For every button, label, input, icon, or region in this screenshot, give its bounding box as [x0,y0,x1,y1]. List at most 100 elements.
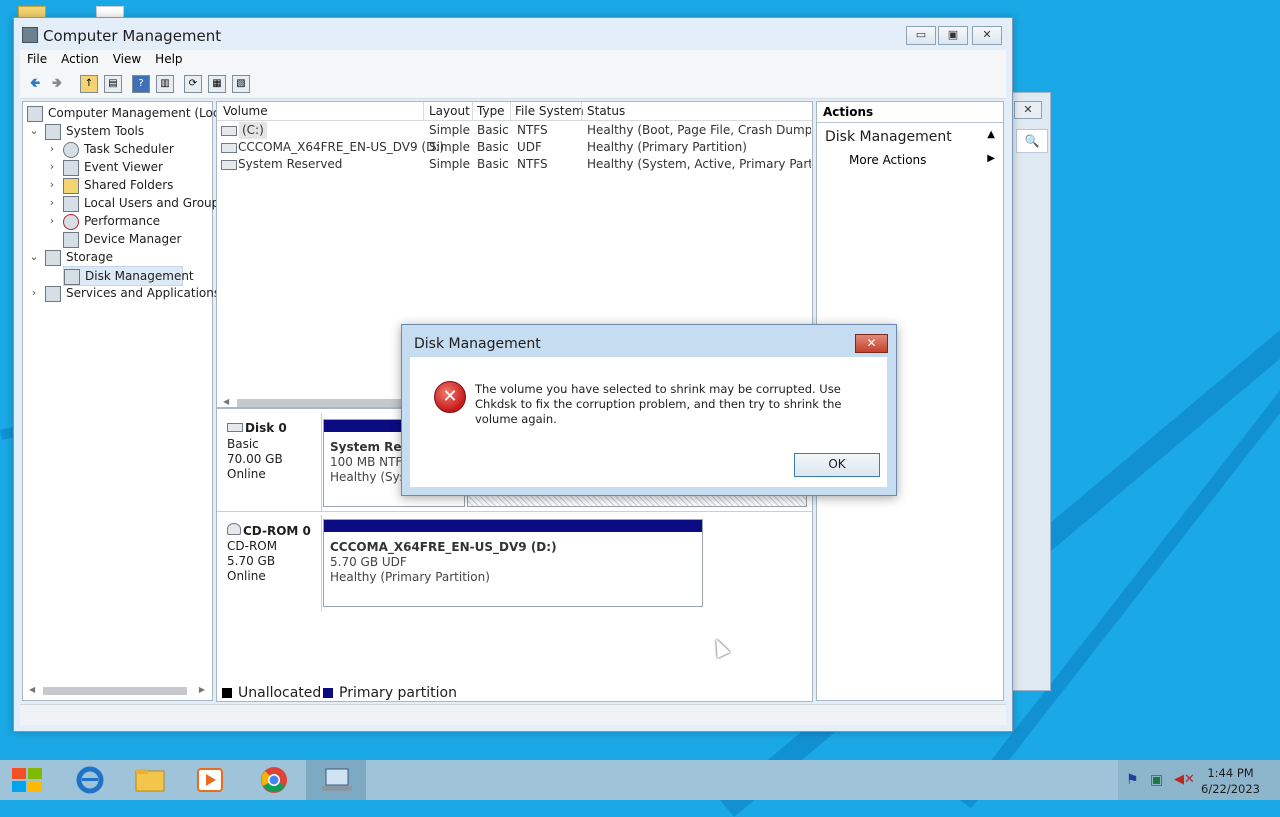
ok-button[interactable]: OK [794,453,880,477]
collapse-icon[interactable]: ▲ [987,129,995,140]
taskbar: ⚑ ▣ ◀✕ 1:44 PM 6/22/2023 [0,760,1280,800]
chevron-right-icon[interactable]: › [47,176,57,194]
navigation-tree: Computer Management (Local ⌄ System Tool… [22,101,230,701]
minimize-button[interactable]: ▭ [906,26,936,45]
column-file-system[interactable]: File System [515,104,584,118]
forward-icon[interactable]: 🢂 [48,75,66,93]
dialog-close-button[interactable]: ✕ [855,334,888,353]
close-icon[interactable]: ✕ [1014,101,1042,119]
chevron-right-icon[interactable]: › [47,158,57,176]
scroll-left-icon[interactable]: ◀ [223,397,229,406]
system-tray: ⚑ ▣ ◀✕ 1:44 PM 6/22/2023 [1118,760,1280,800]
title-bar[interactable]: Computer Management ▭ ▣ ✕ [14,18,1012,50]
partition-bar [324,520,702,532]
volume-horizontal-scrollbar[interactable]: ◀ [221,397,421,408]
partition-cdrom[interactable]: CCCOMA_X64FRE_EN-US_DV9 (D:) 5.70 GB UDF… [323,519,703,607]
partition-c-drive-selected[interactable] [467,495,807,507]
clock[interactable]: 1:44 PM 6/22/2023 [1201,765,1260,797]
menu-action[interactable]: Action [54,50,106,68]
event-viewer-icon [63,160,79,176]
up-folder-icon[interactable]: ↑ [80,75,98,93]
cdrom-0-info[interactable]: CD-ROM 0 CD-ROM 5.70 GB Online [217,515,322,611]
device-manager-icon [63,232,79,248]
chevron-right-icon[interactable]: › [47,194,57,212]
menu-view[interactable]: View [106,50,148,68]
media-player-icon [197,768,223,792]
menu-bar: File Action View Help [20,50,1006,70]
volume-type: Basic [477,157,509,171]
show-hide-action-pane-icon[interactable]: ▥ [156,75,174,93]
column-type[interactable]: Type [477,104,505,118]
action-center-flag-icon[interactable]: ⚑ [1126,772,1139,788]
chevron-right-icon: ▶ [987,153,995,164]
volume-layout: Simple [429,123,470,137]
column-status[interactable]: Status [587,104,625,118]
scrollbar-thumb[interactable] [237,399,417,407]
taskbar-computer-management[interactable] [306,760,366,800]
tree-label: System Tools [66,124,145,138]
cdrom-icon [227,523,241,535]
partition-health: Healthy (Primary Partition) [330,570,490,584]
table-row[interactable]: CCCOMA_X64FRE_EN-US_DV9 (D:) Simple Basi… [217,139,812,156]
legend-label: Unallocated [238,685,322,701]
column-volume[interactable]: Volume [223,104,268,118]
actions-section-disk-management[interactable]: Disk Management ▲ [817,126,1003,148]
actions-header: Actions [817,102,1003,123]
tree-label: Local Users and Groups [84,196,226,210]
storage-icon [45,250,61,266]
volume-name: System Reserved [238,157,343,171]
scrollbar-thumb[interactable] [43,687,187,695]
volume-fs: NTFS [517,157,548,171]
scroll-right-icon[interactable]: ▶ [199,685,205,694]
chevron-down-icon[interactable]: ⌄ [29,248,39,266]
properties-icon[interactable]: ▦ [208,75,226,93]
close-button[interactable]: ✕ [972,26,1002,45]
taskbar-chrome[interactable] [244,760,304,800]
menu-help[interactable]: Help [148,50,189,68]
window-title: Computer Management [43,27,222,45]
search-icon[interactable]: 🔍 [1016,129,1048,153]
chevron-down-icon[interactable]: ⌄ [29,122,39,140]
disk-size: 5.70 GB [227,554,276,568]
disk-name: Disk 0 [227,421,287,435]
taskbar-media-player[interactable] [180,760,240,800]
chevron-right-icon[interactable]: › [47,140,57,158]
refresh-icon[interactable]: ⟳ [184,75,202,93]
network-icon[interactable]: ▣ [1150,772,1163,788]
error-icon: ✕ [434,381,466,413]
show-hide-tree-icon[interactable]: ▤ [104,75,122,93]
export-list-icon[interactable]: ▧ [232,75,250,93]
table-row[interactable]: (C:) Simple Basic NTFS Healthy (Boot, Pa… [217,122,812,139]
maximize-button[interactable]: ▣ [938,26,968,45]
back-icon[interactable]: 🢀 [26,75,44,93]
tree-horizontal-scrollbar[interactable]: ◀ ▶ [27,685,207,696]
drive-icon [221,160,237,170]
tree-item-disk-management[interactable]: Disk Management [63,266,194,286]
file-explorer-icon [135,769,165,792]
legend-swatch [222,688,232,698]
chrome-icon [261,767,287,793]
chevron-right-icon[interactable]: › [29,284,39,302]
actions-section-label: Disk Management [825,129,952,145]
disk-0-info[interactable]: Disk 0 Basic 70.00 GB Online [217,413,322,511]
dialog-title: Disk Management [414,336,541,352]
chevron-right-icon[interactable]: › [47,212,57,230]
table-row[interactable]: System Reserved Simple Basic NTFS Health… [217,156,812,173]
disk-state: Online [227,569,266,583]
windows-logo-icon [12,768,42,792]
volume-type: Basic [477,140,509,154]
taskbar-internet-explorer[interactable] [60,760,120,800]
taskbar-file-explorer[interactable] [120,760,180,800]
performance-icon [63,214,79,230]
dialog-body: ✕ The volume you have selected to shrink… [410,357,887,487]
volume-layout: Simple [429,157,470,171]
scroll-left-icon[interactable]: ◀ [29,685,35,694]
help-icon[interactable]: ? [132,75,150,93]
column-layout[interactable]: Layout [429,104,470,118]
start-button[interactable] [0,760,56,800]
dialog-message: The volume you have selected to shrink m… [475,382,842,426]
more-actions-item[interactable]: More Actions ▶ [817,152,1003,170]
tree-label: Device Manager [84,232,182,246]
menu-file[interactable]: File [20,50,54,68]
volume-muted-icon[interactable]: ◀✕ [1174,772,1195,787]
